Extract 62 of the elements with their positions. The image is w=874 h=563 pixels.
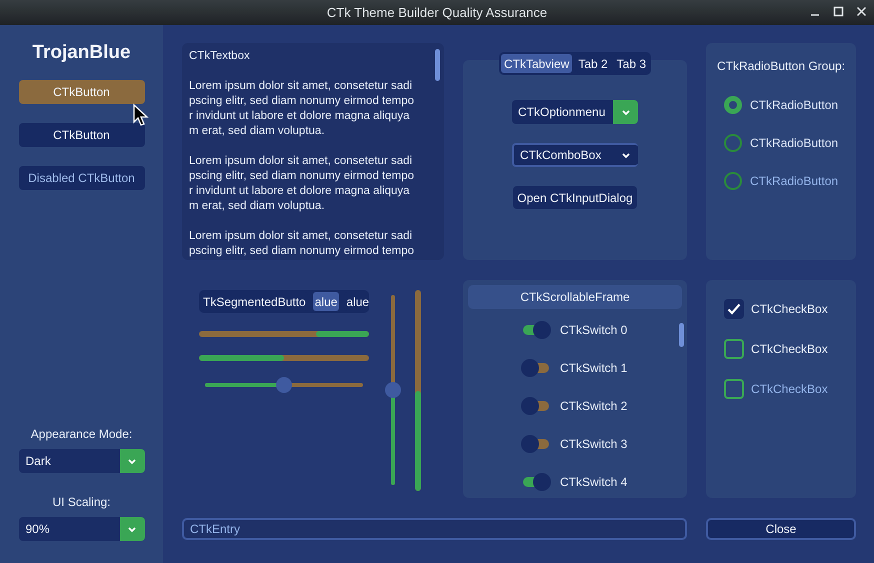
chevron-icon [620,108,630,116]
radio-label: CTkRadioButton [750,98,838,112]
toggle-switch[interactable] [521,473,551,491]
toggle-switch[interactable] [521,359,551,377]
scrollbar-thumb[interactable] [679,323,684,347]
checkbox[interactable] [724,299,744,319]
ui-scaling-menu[interactable]: 90% [18,517,144,541]
scrollbar-thumb[interactable] [435,49,440,81]
entry-field[interactable]: CTkEntry [182,518,687,540]
switch-label: CTkSwitch 1 [560,361,628,375]
chevron-icon [620,152,630,158]
panel-header: CTkScrollableFrame [468,285,682,309]
slider[interactable] [205,376,363,394]
text-line: pscing elitr, sed diam nonumy eirmod tempo [189,94,415,109]
slider-handle[interactable] [385,382,401,398]
option-menu[interactable]: CTkOptionmenu [512,100,638,124]
maximize-icon[interactable] [832,5,845,18]
vertical-slider[interactable] [385,295,401,485]
checkbox[interactable] [724,339,744,359]
toggle-switch[interactable] [521,397,551,415]
radio-label: CTkRadioButton [750,174,838,188]
toggle-switch[interactable] [521,321,551,339]
text-line: r invidunt ut labore et dolore magna aliquya [189,109,411,124]
switch-label: CTkSwitch 0 [560,323,628,337]
theme-name: TrojanBlue [32,42,131,64]
text-line: m erat, sed diam voluptua. [189,124,326,139]
chevron-icon [127,526,137,532]
combo-box[interactable]: CTkComboBox [512,143,638,167]
ui-scaling-label: UI Scaling: [52,495,111,509]
text-line: Lorem ipsum dolor sit amet, consetetur sadi [189,154,414,169]
text-line: pscing elitr, sed diam nonumy eirmod tempo [189,244,415,259]
segment[interactable]: alue [344,292,369,311]
text-line: pscing elitr, sed diam nonumy eirmod tempo [189,169,415,184]
radio-label: CTkRadioButton [750,136,838,150]
dialog-button[interactable]: Open CTkInputDialog [513,186,637,209]
radio-button[interactable] [724,96,742,114]
text-line: Lorem ipsum dolor sit amet, consetetur sadi [189,229,414,244]
segment[interactable]: alue [312,292,340,311]
text-line: Lorem ipsum dolor sit amet, consetetur sadi [189,79,414,94]
appearance-mode-label: Appearance Mode: [30,427,132,441]
button[interactable]: CTkButton [18,123,144,147]
checkbox-label: CTkCheckBox [751,302,828,316]
appearance-mode-menu[interactable]: Dark [18,449,144,473]
group-title: CTkRadioButton Group: [716,59,846,73]
text-line: m erat, sed diam voluptua. [189,199,326,214]
switch-label: CTkSwitch 4 [560,475,628,489]
switch-label: CTkSwitch 2 [560,399,628,413]
text-box[interactable] [182,43,444,260]
window-title: CTk Theme Builder Quality Assurance [326,5,548,20]
button[interactable]: CTkButton [18,80,144,104]
text-line: r invidunt ut labore et dolore magna aliquya [189,184,411,199]
switch-label: CTkSwitch 3 [560,437,628,451]
close-button[interactable]: Close [706,518,856,540]
chevron-icon [127,458,137,464]
close-icon[interactable] [855,5,868,18]
checkbox-label: CTkCheckBox [751,342,828,356]
slider-handle[interactable] [276,377,292,393]
text-line: CTkTextbox [189,49,251,64]
toggle-switch[interactable] [521,435,551,453]
radio-button[interactable] [724,134,742,152]
checkbox-label: CTkCheckBox [751,382,828,396]
tab[interactable]: CTkTabview [500,54,572,73]
